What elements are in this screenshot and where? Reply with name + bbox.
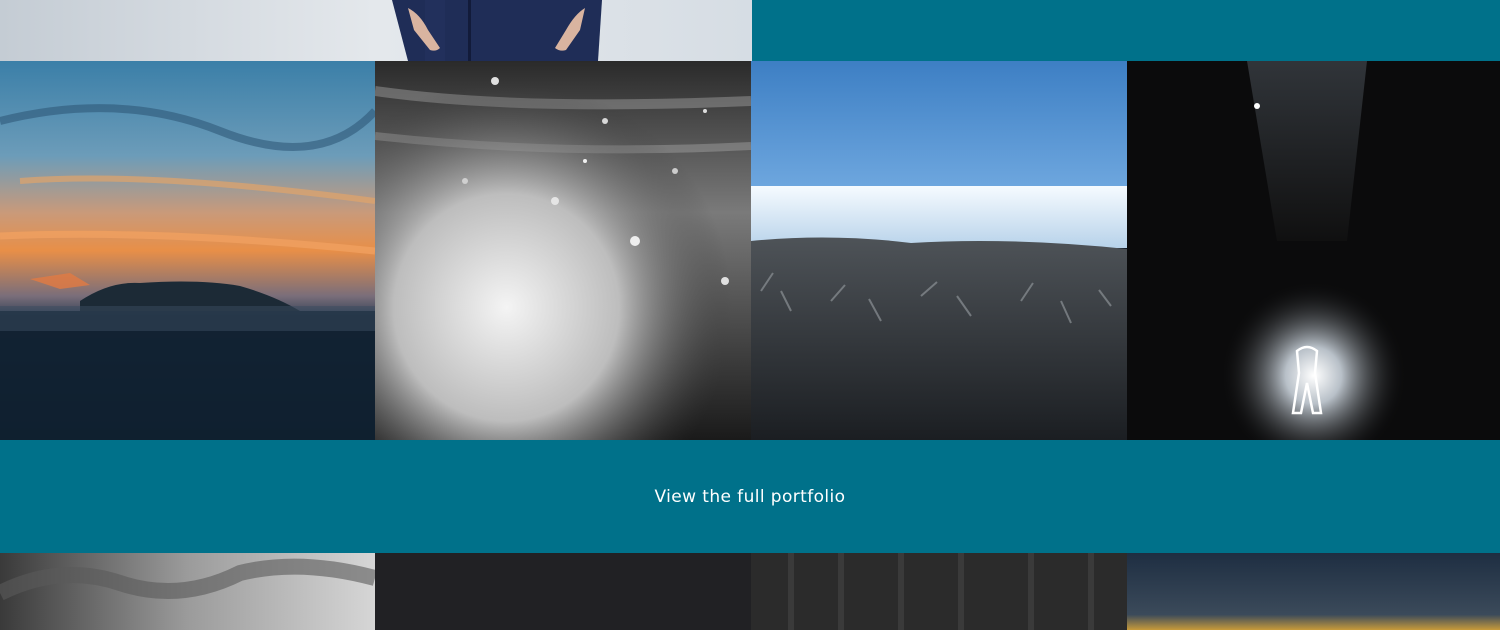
- clouds-photo[interactable]: [0, 553, 375, 630]
- view-portfolio-link[interactable]: View the full portfolio: [655, 487, 846, 507]
- dark-night-photo[interactable]: [375, 553, 751, 630]
- sunset-island-photo[interactable]: [0, 61, 375, 440]
- sea-grass-photo[interactable]: [751, 61, 1127, 440]
- portfolio-cta-band: View the full portfolio: [0, 440, 1500, 553]
- teal-band-panel: [752, 0, 1500, 61]
- dusk-horizon-photo[interactable]: [1127, 553, 1500, 630]
- light-figure-forest-photo[interactable]: [1127, 61, 1500, 440]
- wave-splash-photo[interactable]: [375, 61, 751, 440]
- person-standing-photo[interactable]: [0, 0, 752, 61]
- dark-forest-photo[interactable]: [751, 553, 1127, 630]
